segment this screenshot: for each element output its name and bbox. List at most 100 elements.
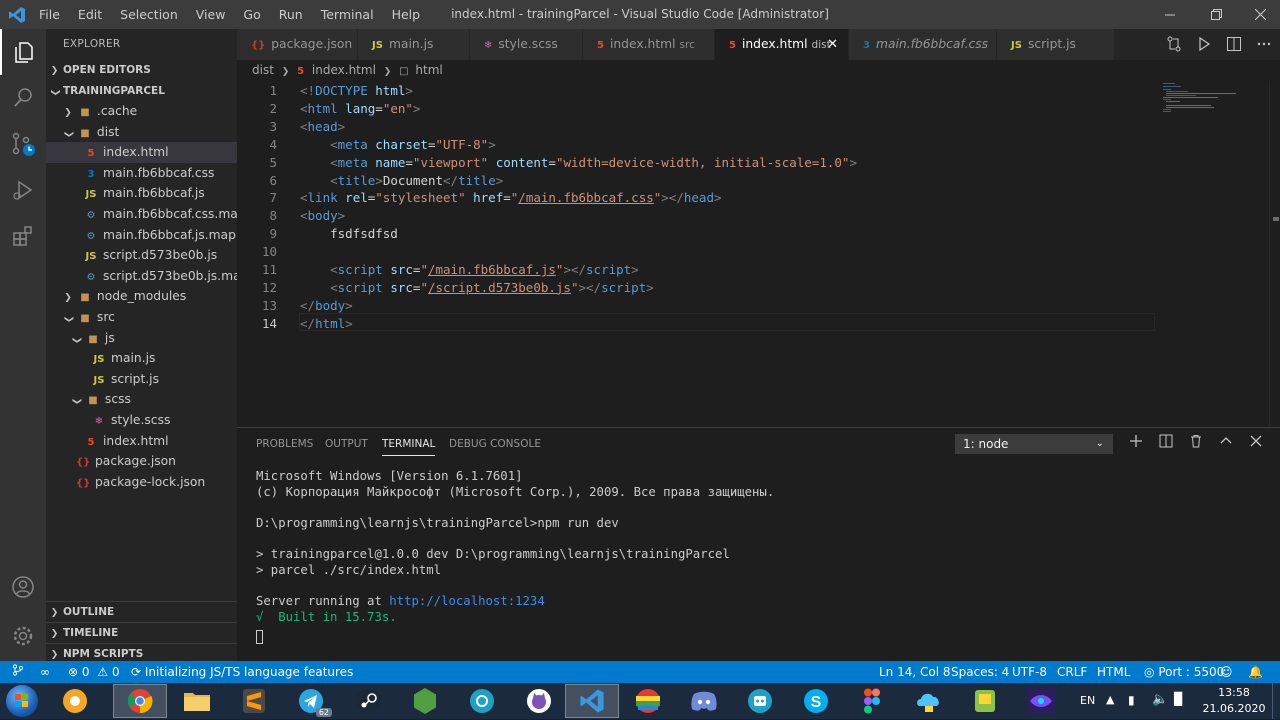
file-item[interactable]: {} package.json [46,451,237,472]
search-button[interactable] [0,75,46,121]
taskbar-telegram[interactable]: 62 [284,684,338,718]
file-item[interactable]: ❄ style.scss [46,410,237,431]
restore-button[interactable] [1196,0,1236,29]
file-item[interactable]: JS main.fb6bbcaf.js [46,183,237,204]
remote-icon[interactable] [12,661,24,683]
close-window-button[interactable] [1240,0,1280,29]
folder-item[interactable]: ❯ ■ dist [46,122,237,143]
taskbar-app-green[interactable] [958,684,1012,718]
folder-item[interactable]: ❯ ■ scss [46,389,237,410]
feedback-icon[interactable]: ☺ [1220,661,1233,683]
accounts-button[interactable] [0,564,46,610]
menu-terminal[interactable]: Terminal [312,0,383,29]
extensions-button[interactable] [0,213,46,259]
close-panel-button[interactable] [1247,434,1265,452]
menu-edit[interactable]: Edit [69,0,111,29]
problems-indicator[interactable]: ⊗ 0 ⚠ 0 [68,661,120,683]
compare-changes-icon[interactable] [1166,36,1182,52]
minimize-button[interactable] [1150,0,1190,29]
taskbar-app-cloud[interactable] [902,684,956,718]
code-editor[interactable]: 1 <!DOCTYPE html> 2 <html lang="en"> 3 <head>… [237,81,1280,426]
tab-output[interactable]: OUTPUT [325,438,368,450]
taskbar-steam[interactable] [341,684,395,718]
editor-tab[interactable]: 5 index.html src [583,29,715,60]
editor-scrollbar[interactable] [1269,81,1280,426]
explorer-button[interactable] [0,29,46,75]
menu-view[interactable]: View [187,0,235,29]
clock-date[interactable]: 21.06.2020 [1196,702,1272,715]
clock-time[interactable]: 13:58 [1212,686,1256,699]
menu-file[interactable]: File [30,0,69,29]
project-section[interactable]: ❯ TRAININGPARCEL [46,81,237,102]
editor-tab[interactable]: JS main.js [358,29,470,60]
file-item[interactable]: JS script.js [46,369,237,390]
editor-tab[interactable]: {} package.json [237,29,358,60]
taskbar-explorer[interactable] [170,684,224,718]
kill-terminal-button[interactable] [1187,434,1205,452]
line-ending[interactable]: CRLF [1057,661,1087,683]
split-editor-icon[interactable] [1226,36,1242,52]
notifications-icon[interactable]: 🔔 [1248,661,1263,683]
menu-go[interactable]: Go [234,0,269,29]
breadcrumb-symbol[interactable]: html [415,63,442,77]
outline-section[interactable]: ❯ OUTLINE [46,601,237,622]
run-icon[interactable] [1196,36,1212,52]
taskbar-app-orange[interactable] [48,684,102,718]
input-language[interactable]: EN [1080,694,1095,707]
file-item[interactable]: JS script.d573be0b.js [46,245,237,266]
taskbar-discord[interactable] [677,684,731,718]
live-server-port[interactable]: ◎ Port : 5500 [1144,661,1224,683]
timeline-section[interactable]: ❯ TIMELINE [46,622,237,643]
indentation[interactable]: Spaces: 4 [951,661,1009,683]
file-item[interactable]: 5 index.html [46,142,237,163]
folder-item[interactable]: ❯ ■ src [46,307,237,328]
encoding[interactable]: UTF-8 [1012,661,1047,683]
breadcrumb-folder[interactable]: dist [252,63,274,77]
tab-problems[interactable]: PROBLEMS [256,438,313,450]
taskbar-vscode[interactable] [565,684,619,718]
maximize-panel-button[interactable] [1217,434,1235,452]
language-status[interactable]: ⟳ Initializing JS/TS language features [131,661,353,683]
run-debug-button[interactable] [0,167,46,213]
folder-item[interactable]: ❯ ■ node_modules [46,286,237,307]
file-item[interactable]: ⚙ script.d573be0b.js.map [46,266,249,287]
file-item[interactable]: {} package-lock.json [46,472,237,493]
close-tab-icon[interactable]: ✕ [827,29,838,60]
taskbar-app-teal[interactable] [455,684,509,718]
breadcrumb-file[interactable]: index.html [312,63,376,77]
tab-debug-console[interactable]: DEBUG CONSOLE [449,438,541,450]
file-item[interactable]: ⚙ main.fb6bbcaf.js.map [46,225,237,246]
editor-tab[interactable]: JS script.js [997,29,1115,60]
start-button[interactable] [6,685,38,717]
editor-tab[interactable]: 5 index.html dist ✕ [715,29,849,60]
show-desktop-button[interactable] [1272,683,1280,719]
taskbar-chrome[interactable] [113,684,167,718]
terminal-link[interactable]: http://localhost:1234 [389,594,544,608]
file-item[interactable]: 5 index.html [46,431,237,452]
power-icon[interactable]: ▮ [1128,693,1135,707]
menu-help[interactable]: Help [383,0,430,29]
split-terminal-button[interactable] [1157,434,1175,452]
file-item[interactable]: 3 main.fb6bbcaf.css [46,163,237,184]
taskbar-sublime[interactable] [227,684,281,718]
more-actions-icon[interactable] [1256,36,1272,52]
taskbar-github[interactable] [512,684,566,718]
new-terminal-button[interactable] [1127,434,1145,452]
taskbar-figma[interactable] [845,684,899,718]
cursor-position[interactable]: Ln 14, Col 8 [879,661,951,683]
volume-icon[interactable]: 🔈 [1152,692,1168,707]
live-share-icon[interactable]: ∞ [40,661,50,683]
folder-item[interactable]: ❯ ■ js [46,328,237,349]
file-item[interactable]: JS main.js [46,348,237,369]
language-mode[interactable]: HTML [1097,661,1130,683]
taskbar-app-robot[interactable] [733,684,787,718]
file-item[interactable]: ⚙ main.fb6bbcaf.css.map [46,204,246,225]
manage-button[interactable] [0,613,46,659]
minimap[interactable] [1161,81,1266,121]
source-control-button[interactable] [0,121,46,167]
folder-item[interactable]: ❯ ■ .cache [46,101,237,122]
network-icon[interactable]: ▉ [1174,692,1183,706]
taskbar-app-rainbow[interactable] [621,684,675,718]
menu-selection[interactable]: Selection [111,0,187,29]
editor-tab[interactable]: 3 main.fb6bbcaf.css [849,29,997,60]
